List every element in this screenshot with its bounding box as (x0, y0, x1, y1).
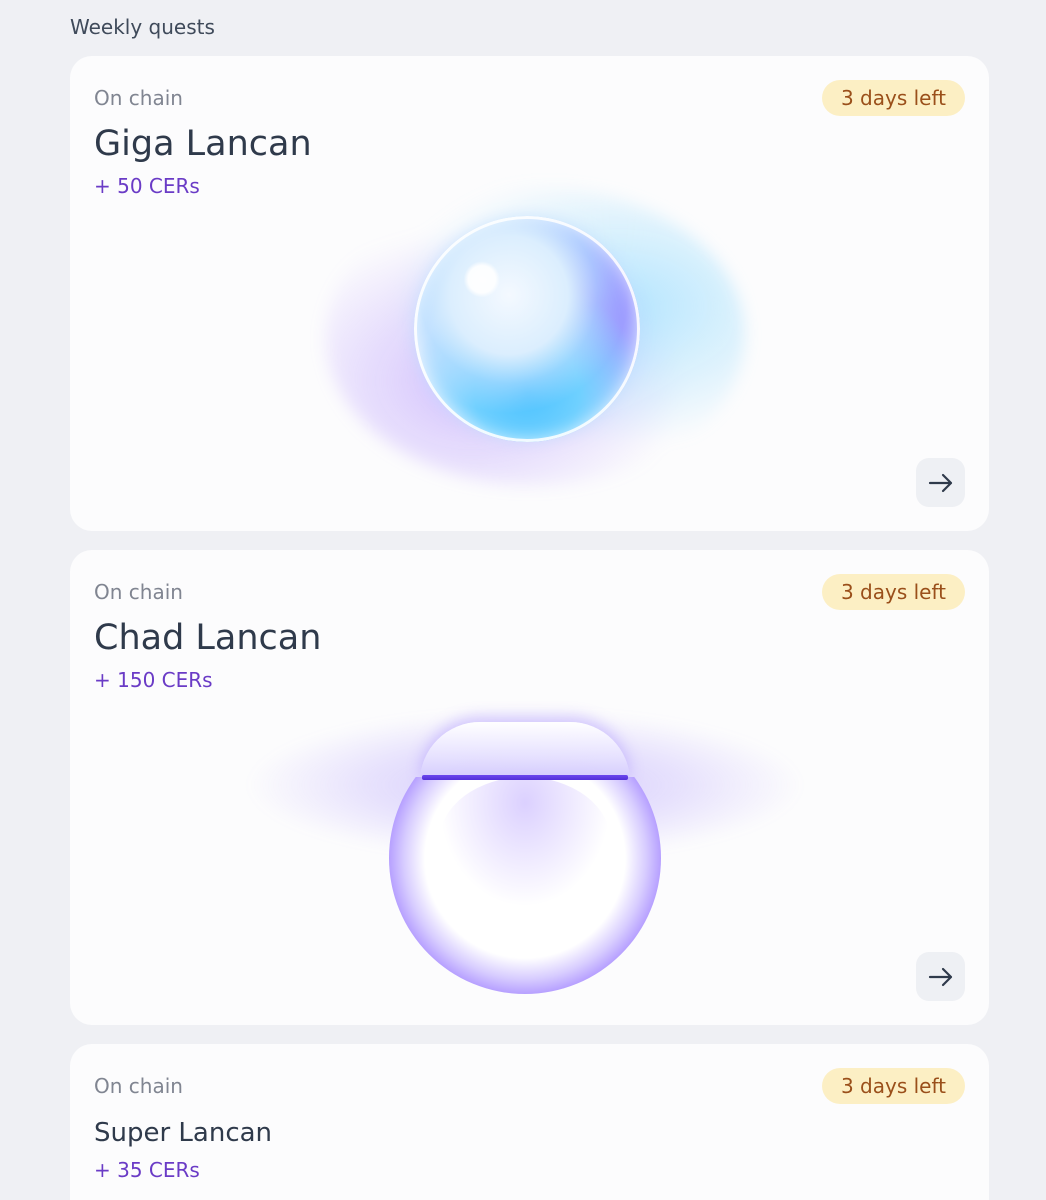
orb-inner-shine (439, 777, 611, 907)
quest-category: On chain (94, 86, 183, 110)
section-title: Weekly quests (70, 15, 215, 39)
quest-category: On chain (94, 1074, 183, 1098)
orb-rim-line (422, 775, 628, 780)
time-left-badge: 3 days left (821, 574, 965, 610)
quest-orb-illustration (414, 216, 640, 442)
quest-reward: + 35 CERs (94, 1158, 200, 1182)
quest-reward: + 50 CERs (94, 174, 200, 198)
quest-title: Super Lancan (94, 1118, 273, 1148)
quest-card-super-lancan[interactable]: On chain 3 days left Super Lancan + 35 C… (70, 1044, 989, 1200)
quest-reward: + 150 CERs (94, 668, 213, 692)
quest-card-chad-lancan[interactable]: On chain 3 days left Chad Lancan + 150 C… (70, 550, 989, 1025)
time-left-badge: 3 days left (821, 1068, 965, 1104)
time-left-badge: 3 days left (821, 80, 965, 116)
quest-category: On chain (94, 580, 183, 604)
orb-dome (420, 722, 630, 782)
open-quest-button[interactable] (916, 458, 965, 507)
arrow-right-icon (928, 967, 952, 986)
open-quest-button[interactable] (916, 952, 965, 1001)
quest-title: Chad Lancan (94, 618, 322, 658)
quest-title: Giga Lancan (94, 124, 312, 164)
arrow-right-icon (928, 473, 952, 492)
page: Weekly quests On chain 3 days left Giga … (0, 0, 1046, 1200)
quest-card-giga-lancan[interactable]: On chain 3 days left Giga Lancan + 50 CE… (70, 56, 989, 531)
